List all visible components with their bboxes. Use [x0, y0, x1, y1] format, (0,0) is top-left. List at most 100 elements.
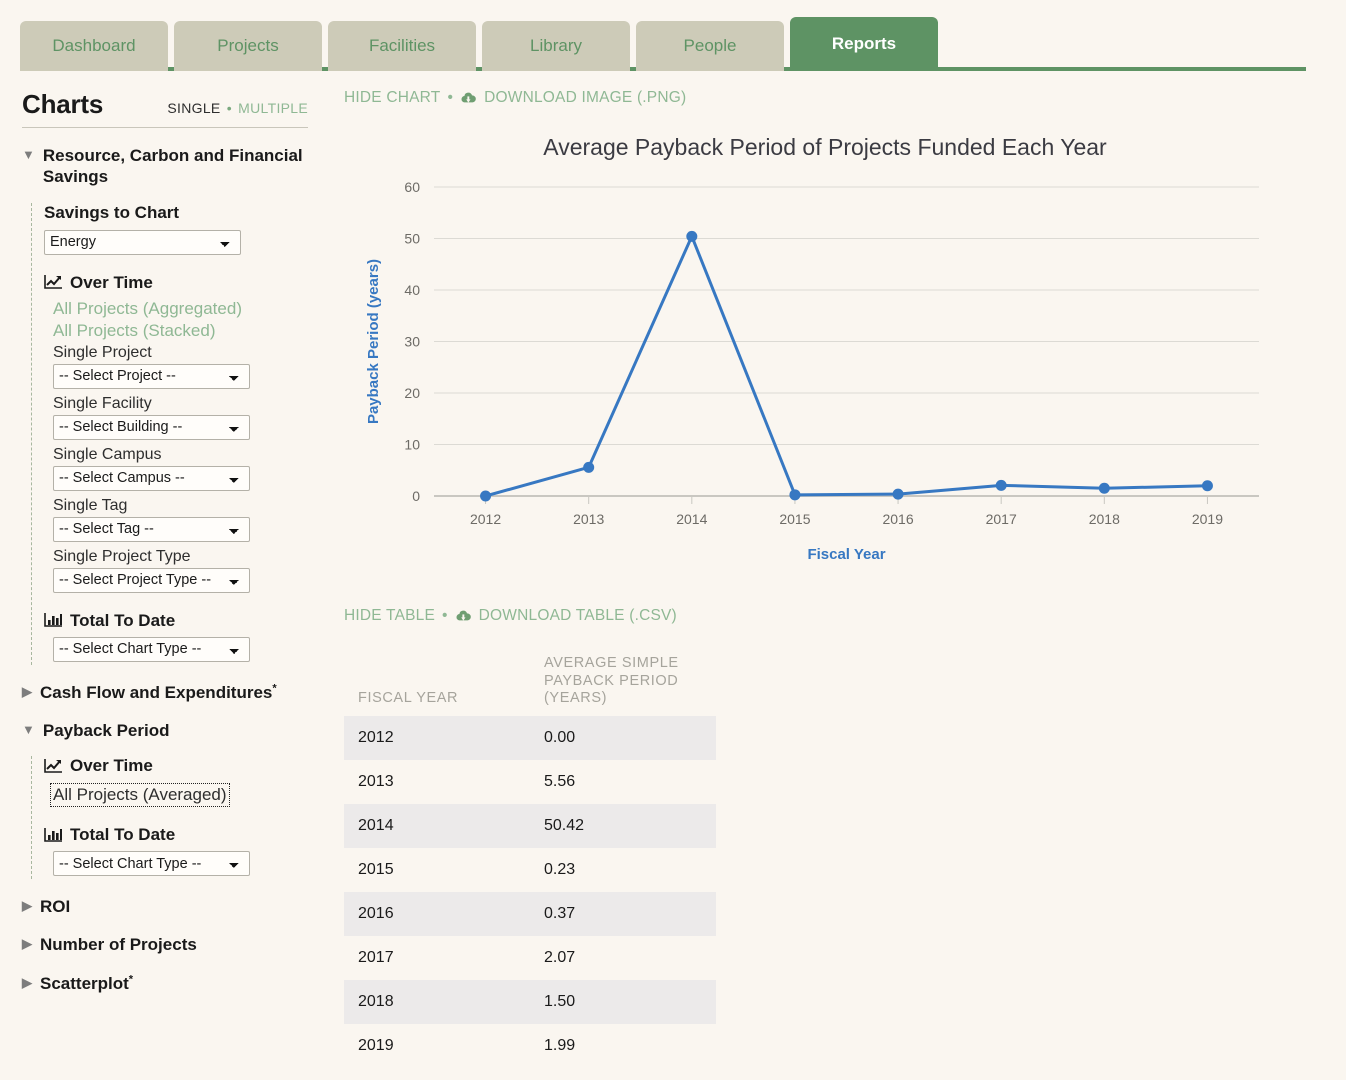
- nav-tab-projects[interactable]: Projects: [174, 21, 322, 71]
- data-point-marker[interactable]: [583, 461, 595, 473]
- cell-fiscal-year: 2013: [358, 773, 394, 791]
- section-title-roi: ROI: [40, 897, 71, 916]
- single-campus-select[interactable]: -- Select Campus --: [53, 465, 250, 491]
- bar-chart-icon: [44, 827, 63, 844]
- toolbar-separator: •: [447, 89, 454, 106]
- total-to-date-text-savings: Total To Date: [70, 610, 176, 630]
- data-point-marker[interactable]: [789, 489, 801, 501]
- cell-fiscal-year: 2012: [358, 729, 394, 747]
- chevron-right-icon: ▶: [22, 936, 32, 952]
- total-to-date-group-label-savings: Total To Date: [44, 611, 308, 631]
- nav-tab-dashboard[interactable]: Dashboard: [20, 21, 168, 71]
- x-axis-title: Fiscal Year: [807, 546, 885, 563]
- y-axis-title: Payback Period (years): [365, 259, 382, 424]
- cell-payback-period: 50.42: [544, 817, 585, 835]
- data-point-marker[interactable]: [1201, 480, 1213, 492]
- y-axis-tick-label: 10: [404, 437, 420, 453]
- y-axis-tick-label: 30: [404, 334, 420, 350]
- cell-payback-period: 1.99: [544, 1037, 576, 1055]
- chart-toolbar: HIDE CHART • DOWNLOAD IMAGE (.PNG): [344, 89, 1306, 107]
- single-campus-label: Single Campus: [53, 445, 162, 463]
- charts-header: Charts SINGLE • MULTIPLE: [22, 89, 308, 128]
- chart-canvas: 0 10 20 30 40 50 60 2012 2013 2014 2015 2016 2017 201…: [365, 179, 1259, 563]
- toolbar-separator: •: [442, 607, 448, 624]
- section-header-scatterplot[interactable]: ▶ Scatterplot*: [22, 973, 308, 994]
- x-axis-tick-label: 2017: [986, 511, 1017, 527]
- y-axis-tick-label: 60: [404, 179, 420, 195]
- mode-separator: •: [226, 100, 232, 116]
- data-point-marker[interactable]: [686, 230, 698, 242]
- cell-payback-period: 2.07: [544, 949, 576, 967]
- link-all-projects-averaged[interactable]: All Projects (Averaged): [50, 783, 230, 807]
- section-body-payback-period: Over Time All Projects (Averaged) Total …: [31, 756, 308, 879]
- link-all-projects-aggregated[interactable]: All Projects (Aggregated): [53, 299, 308, 319]
- y-axis-tick-label: 40: [404, 282, 420, 298]
- x-axis-tick-label: 2016: [882, 511, 913, 527]
- section-header-number-of-projects[interactable]: ▶ Number of Projects: [22, 934, 308, 955]
- cell-payback-period: 0.23: [544, 861, 576, 879]
- download-image-link[interactable]: DOWNLOAD IMAGE (.PNG): [484, 89, 686, 107]
- table-row: 2017 2.07: [344, 936, 716, 980]
- cell-payback-period: 0.00: [544, 729, 576, 747]
- cloud-download-icon[interactable]: [455, 609, 472, 623]
- y-axis-tick-label: 20: [404, 385, 420, 401]
- nav-tab-reports[interactable]: Reports: [790, 17, 938, 71]
- line-chart: 0 10 20 30 40 50 60 2012 2013 2014 2015 2016 2017 201…: [344, 169, 1306, 569]
- total-to-date-text-payback: Total To Date: [70, 825, 176, 844]
- page-title: Charts: [22, 89, 104, 119]
- mode-multiple-option[interactable]: MULTIPLE: [238, 100, 308, 116]
- section-header-roi[interactable]: ▶ ROI: [22, 896, 308, 917]
- cell-fiscal-year: 2015: [358, 861, 394, 879]
- over-time-text-payback: Over Time: [70, 756, 153, 775]
- data-point-marker[interactable]: [995, 479, 1007, 491]
- savings-to-chart-select[interactable]: Energy: [44, 229, 241, 255]
- y-axis-tick-label: 0: [412, 488, 420, 504]
- table-row: 2014 50.42: [344, 804, 716, 849]
- link-all-projects-stacked[interactable]: All Projects (Stacked): [53, 321, 308, 341]
- x-axis-tick-label: 2018: [1089, 511, 1120, 527]
- single-tag-label: Single Tag: [53, 496, 128, 514]
- table-header-row: FISCAL YEAR AVERAGE SIMPLE PAYBACK PERIO…: [344, 655, 716, 716]
- table-body: 2012 0.00 2013 5.56 2014 50.42 2015 0.23 2016 0.3…: [344, 716, 716, 1068]
- total-to-date-group-label-payback: Total To Date: [44, 825, 308, 845]
- data-point-marker[interactable]: [1098, 482, 1110, 494]
- data-point-marker[interactable]: [892, 488, 904, 500]
- single-facility-label: Single Facility: [53, 394, 152, 412]
- section-header-cash-flow[interactable]: ▶ Cash Flow and Expenditures*: [22, 682, 308, 703]
- cell-fiscal-year: 2016: [358, 905, 394, 923]
- download-table-link[interactable]: DOWNLOAD TABLE (.CSV): [479, 607, 677, 625]
- main-navigation-tabs: Dashboard Projects Facilities Library People…: [0, 0, 1346, 71]
- table-row: 2015 0.23: [344, 848, 716, 892]
- table-row: 2016 0.37: [344, 892, 716, 937]
- section-header-payback-period[interactable]: ▼ Payback Period: [22, 720, 308, 741]
- cell-payback-period: 1.50: [544, 993, 576, 1011]
- nav-tab-people[interactable]: People: [636, 21, 784, 71]
- section-header-resource-savings[interactable]: ▼ Resource, Carbon and Financial Savings: [22, 145, 308, 188]
- nav-tab-library[interactable]: Library: [482, 21, 630, 71]
- main-content: HIDE CHART • DOWNLOAD IMAGE (.PNG) Avera…: [330, 71, 1346, 1080]
- data-point-marker[interactable]: [480, 490, 492, 502]
- x-axis-tick-label: 2014: [676, 511, 707, 527]
- cloud-download-icon[interactable]: [460, 91, 477, 105]
- section-body-resource-savings: Savings to Chart Energy Over Time All Pr…: [31, 202, 308, 665]
- table-row: 2012 0.00: [344, 716, 716, 761]
- single-project-type-select[interactable]: -- Select Project Type --: [53, 567, 250, 593]
- cell-fiscal-year: 2019: [358, 1037, 394, 1055]
- total-to-date-chart-type-select-savings[interactable]: -- Select Chart Type --: [53, 636, 250, 662]
- hide-chart-link[interactable]: HIDE CHART: [344, 89, 440, 107]
- chevron-right-icon: ▶: [22, 898, 32, 913]
- page-body: Charts SINGLE • MULTIPLE ▼ Resource, Car…: [0, 71, 1346, 1080]
- single-project-select[interactable]: -- Select Project --: [53, 363, 250, 389]
- payback-data-table: FISCAL YEAR AVERAGE SIMPLE PAYBACK PERIO…: [344, 655, 716, 1068]
- section-title-resource-savings: Resource, Carbon and Financial Savings: [42, 146, 303, 187]
- single-tag-select[interactable]: -- Select Tag --: [53, 516, 250, 542]
- table-head: FISCAL YEAR AVERAGE SIMPLE PAYBACK PERIO…: [344, 655, 716, 716]
- total-to-date-chart-type-select-payback[interactable]: -- Select Chart Type --: [53, 851, 250, 876]
- nav-tab-facilities[interactable]: Facilities: [328, 21, 476, 71]
- single-facility-select[interactable]: -- Select Building --: [53, 414, 250, 440]
- chevron-right-icon: ▶: [22, 974, 32, 990]
- mode-single-option[interactable]: SINGLE: [167, 100, 220, 116]
- table-row: 2013 5.56: [344, 760, 716, 804]
- hide-table-link[interactable]: HIDE TABLE: [344, 607, 435, 625]
- chevron-down-icon: ▼: [22, 721, 35, 737]
